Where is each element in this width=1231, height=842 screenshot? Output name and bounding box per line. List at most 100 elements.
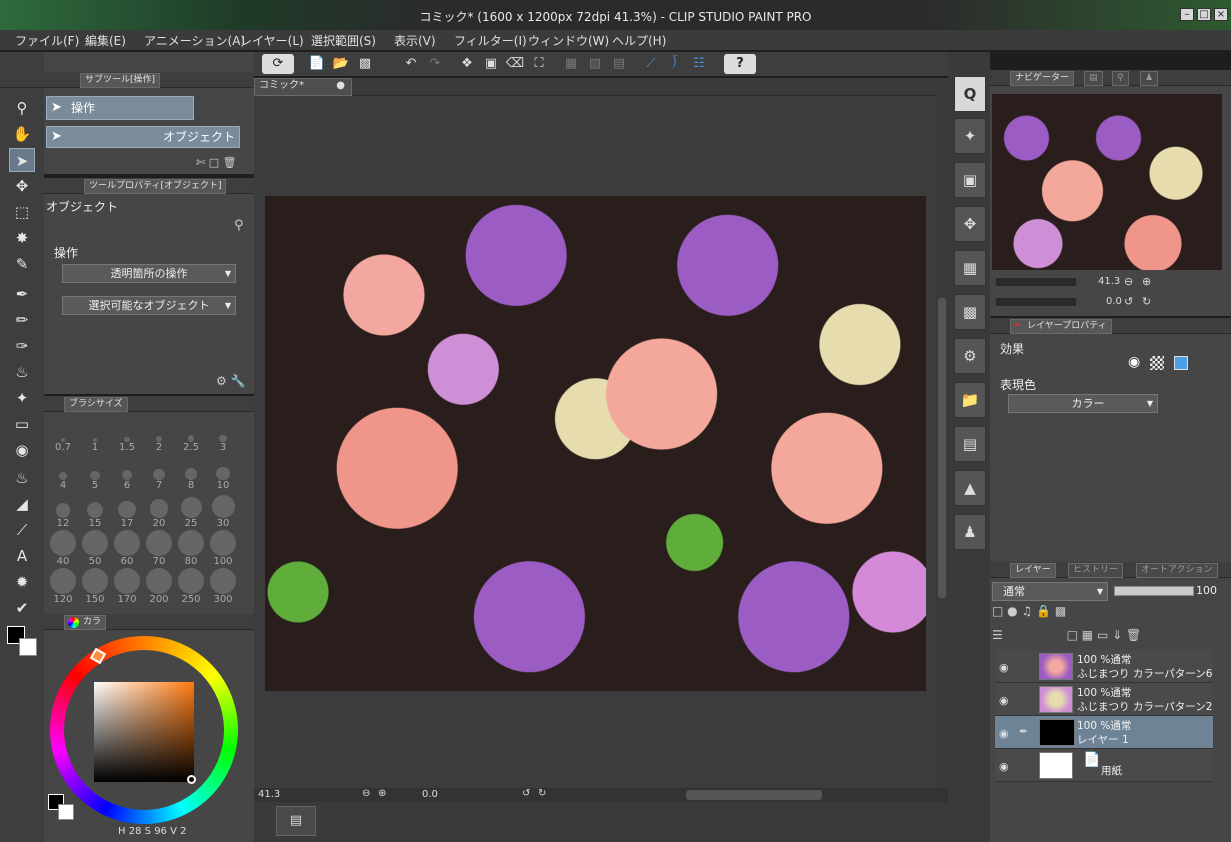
visibility-eye-icon[interactable]: ◉ [999,760,1009,773]
subtool-item-object[interactable]: ➤ オブジェクト [46,126,240,148]
canvas-artwork[interactable] [265,196,926,691]
rotation-readout[interactable]: 0.0 [422,789,438,800]
pencil-tool-icon[interactable]: ✏ [9,308,35,332]
rotate-left-icon[interactable]: ↺ [522,788,530,799]
layer-transform-icon[interactable]: ▣ [480,54,502,74]
brush-size-option[interactable]: 17 [112,494,142,529]
layer-row[interactable]: ◉ 📄 用紙 [995,749,1213,782]
tab-layer-property[interactable]: ✒ レイヤープロパティ [1010,319,1112,334]
brush-size-option[interactable]: 4 [48,456,78,491]
brush-size-option[interactable]: 1.5 [112,418,142,453]
save-icon[interactable]: ▩ [354,54,376,74]
nav-zoom-out-icon[interactable]: ⊖ [1124,275,1133,288]
selection-tool-icon[interactable]: ⬚ [9,200,35,224]
hand-tool-icon[interactable]: ✋ [9,122,35,146]
zoom-readout[interactable]: 41.3 [258,789,280,800]
layer-stack-icon[interactable]: ☰ [992,628,1003,642]
rotate-right-icon[interactable]: ↻ [1142,295,1151,308]
transform-icon[interactable]: ❖ [456,54,478,74]
tab-layer-search[interactable]: ⚲ [1112,71,1129,86]
reference-layer-icon[interactable]: ♫ [1021,604,1032,618]
material-icon-5[interactable]: ▩ [954,294,986,330]
sv-cursor[interactable] [187,775,196,784]
undo-icon[interactable]: ↶ [400,54,422,74]
fill-tool-icon[interactable]: ♨ [9,466,35,490]
rotate-left-icon[interactable]: ↺ [1124,295,1133,308]
delete-subtool-icon[interactable]: 🗑 [223,156,237,169]
search-material-icon[interactable]: Q [954,76,986,112]
navigator-preview[interactable] [992,94,1222,270]
clip-studio-icon[interactable]: ⟳ [262,54,294,74]
wrench-icon[interactable]: 🔧 [231,374,246,388]
timeline-icon[interactable]: ▤ [276,806,316,836]
zoom-tool-icon[interactable]: ⚲ [9,96,35,120]
brush-size-option[interactable]: 15 [80,494,110,529]
move-layer-tool-icon[interactable]: ✥ [9,174,35,198]
blend-mode-dropdown[interactable]: 通常 ▼ [992,582,1108,601]
snap-ruler-icon[interactable]: ⟋ [640,54,662,74]
layer-mask-icon[interactable]: ● [1007,604,1017,618]
vertical-scrollbar[interactable] [936,78,948,788]
open-file-icon[interactable]: 📂 [330,54,352,74]
rotate-right-icon[interactable]: ↻ [538,788,546,799]
brush-size-option[interactable]: 25 [176,494,206,529]
brush-size-option[interactable]: 8 [176,456,206,491]
layer-row[interactable]: ◉ 100 %通常 ふじまつり カラーパターン6 [995,650,1213,683]
subtool-group-operation[interactable]: ➤ 操作 [46,96,194,120]
new-folder-icon[interactable]: ▭ [1097,628,1108,642]
lock-transparency-icon[interactable]: ▩ [1055,604,1066,618]
decoration-tool-icon[interactable]: ✦ [9,386,35,410]
visibility-eye-icon[interactable]: ◉ [999,694,1009,707]
menu-edit[interactable]: 編集(E) [85,32,126,49]
menu-selection[interactable]: 選択範囲(S) [311,32,376,49]
effect-color-icon[interactable] [1174,356,1188,370]
new-vector-layer-icon[interactable]: ▦ [1082,628,1093,642]
brush-size-option[interactable]: 2 [144,418,174,453]
close-button[interactable]: × [1214,8,1228,21]
sub-color-chip[interactable] [58,804,74,820]
horizontal-scroll-thumb[interactable] [686,790,822,800]
balloon-tool-icon[interactable]: ✹ [9,570,35,594]
redo-icon[interactable]: ↷ [424,54,446,74]
pen-tool-icon[interactable]: ✒ [9,282,35,306]
brush-size-option[interactable]: 3 [208,418,238,453]
snap-special-ruler-icon[interactable]: ⟌ [664,54,686,74]
effect-border-icon[interactable]: ◉ [1128,354,1140,370]
merge-down-icon[interactable]: ⇓ [1112,628,1122,642]
opacity-value[interactable]: 100 [1196,584,1217,597]
figure-tool-icon[interactable]: ⟋ [9,518,35,542]
vertical-scroll-thumb[interactable] [938,298,946,598]
visibility-eye-icon[interactable]: ◉ [999,661,1009,674]
brush-size-option[interactable]: 150 [80,568,110,605]
material-icon-9[interactable]: ▲ [954,470,986,506]
nav-zoom-in-icon[interactable]: ⊕ [1142,275,1151,288]
tab-navigator[interactable]: ナビゲーター [1010,71,1075,86]
brush-size-option[interactable]: 70 [144,530,174,567]
magnifier-icon[interactable]: ⚲ [234,218,244,233]
brush-size-option[interactable]: 250 [176,568,206,605]
material-icon-6[interactable]: ⚙ [954,338,986,374]
tab-history[interactable]: ヒストリー [1068,563,1124,578]
tab-subtool[interactable]: サブツール[操作] [80,73,161,88]
material-icon-1[interactable]: ✦ [954,118,986,154]
tab-layer[interactable]: レイヤー [1010,563,1056,578]
brush-size-option[interactable]: 80 [176,530,206,567]
menu-window[interactable]: ウィンドウ(W) [528,32,609,49]
tab-info[interactable]: ♟ [1140,71,1159,86]
effect-tone-icon[interactable] [1150,356,1164,370]
tab-sub-view[interactable]: ▤ [1084,71,1103,86]
new-raster-layer-icon[interactable]: □ [1067,628,1078,642]
tab-brush-size[interactable]: ブラシサイズ [64,397,128,412]
brush-size-option[interactable]: 6 [112,456,142,491]
visibility-eye-icon[interactable]: ◉ [999,727,1009,740]
help-icon[interactable]: ? [724,54,756,74]
brush-size-option[interactable]: 1 [80,418,110,453]
zoom-in-icon[interactable]: ⊕ [378,788,386,799]
brush-size-option[interactable]: 170 [112,568,142,605]
opacity-slider[interactable] [1114,586,1194,596]
brush-size-option[interactable]: 0.7 [48,418,78,453]
layer-color-icon[interactable]: □ [992,604,1003,618]
zoom-out-icon[interactable]: ⊖ [362,788,370,799]
settings-gear-icon[interactable]: ⚙ [216,374,227,388]
brush-size-option[interactable]: 120 [48,568,78,605]
